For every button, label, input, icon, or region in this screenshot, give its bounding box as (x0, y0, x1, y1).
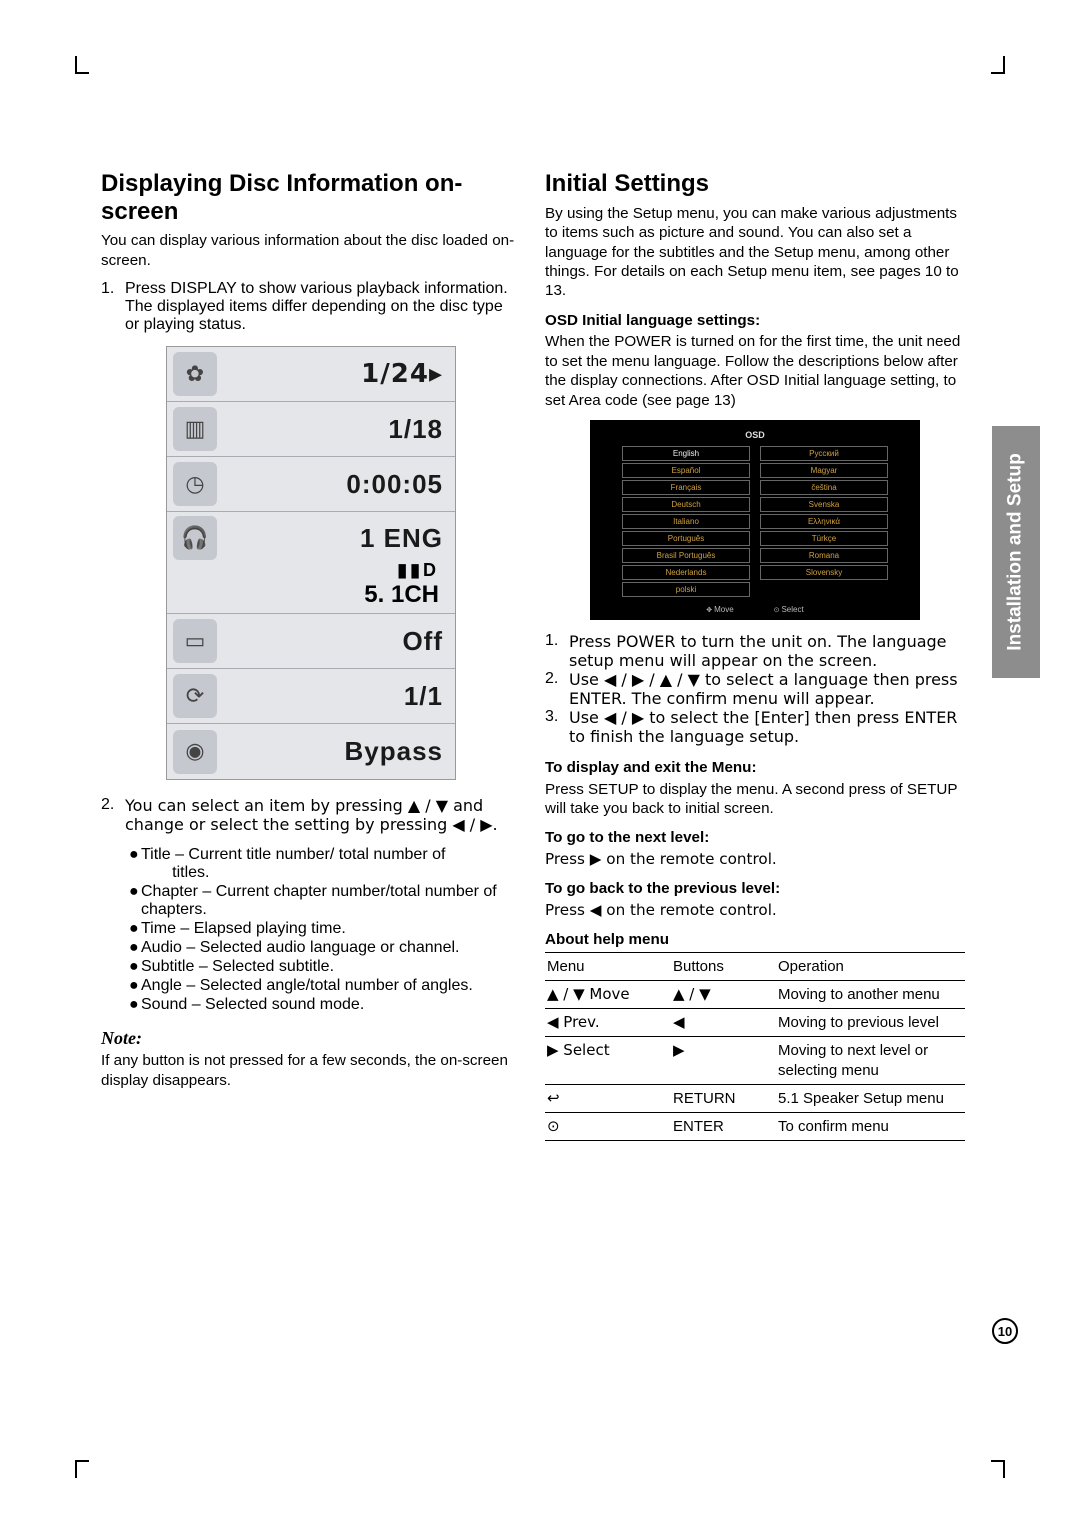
left-step-2: 2. You can select an item by pressing ▲ … (101, 796, 521, 834)
chapter-icon: ▥ (173, 407, 217, 451)
osd-row-chapter: ▥ 1/18 (167, 402, 455, 457)
subtitle-icon: ▭ (173, 619, 217, 663)
help-menu-table: Menu Buttons Operation ▲ / ▼ Move▲ / ▼Mo… (545, 952, 965, 1141)
section-tab-label: Installation and Setup (1005, 453, 1027, 650)
osd-row-subtitle: ▭ Off (167, 614, 455, 669)
crop-mark-tl (75, 56, 89, 74)
left-column: Displaying Disc Information on-screen Yo… (101, 170, 521, 1141)
step1-text-b: The displayed items differ depending on … (125, 298, 503, 333)
language-col-left: English Español Français Deutsch Italian… (622, 446, 750, 599)
osd-row-audio: 🎧 1 ENG ▮▮D 5. 1CH (167, 512, 455, 614)
language-menu-screenshot: OSD English Español Français Deutsch Ita… (590, 420, 920, 620)
table-header-row: Menu Buttons Operation (545, 952, 965, 980)
sub4-text: Press ◀ on the remote control. (545, 901, 965, 920)
page-body: Displaying Disc Information on-screen Yo… (101, 170, 966, 1141)
table-row: ◀ Prev.◀Moving to previous level (545, 1009, 965, 1037)
crop-mark-br (991, 1460, 1005, 1478)
sub2-text: Press SETUP to display the menu. A secon… (545, 780, 965, 819)
left-step-1: 1. Press DISPLAY to show various playbac… (101, 280, 521, 334)
title-icon: ✿ (173, 352, 217, 396)
right-intro: By using the Setup menu, you can make va… (545, 204, 965, 301)
right-heading: Initial Settings (545, 170, 965, 198)
angle-icon: ⟳ (173, 674, 217, 718)
table-row: ⊙ENTERTo confirm menu (545, 1112, 965, 1140)
sound-icon: ◉ (173, 730, 217, 774)
osd-row-title: ✿ 1/24▸ (167, 347, 455, 402)
osd-row-angle: ⟳ 1/1 (167, 669, 455, 724)
headphone-icon: 🎧 (173, 516, 217, 560)
sub4-heading: To go back to the previous level: (545, 879, 965, 898)
sub1-heading: OSD Initial language settings: (545, 311, 965, 330)
left-heading: Displaying Disc Information on-screen (101, 170, 521, 225)
osd-screenshot: ✿ 1/24▸ ▥ 1/18 ◷ 0:00:05 🎧 1 ENG ▮▮D 5. … (166, 346, 456, 780)
sub1-text: When the POWER is turned on for the firs… (545, 332, 965, 410)
table-row: ▲ / ▼ Move▲ / ▼Moving to another menu (545, 980, 965, 1008)
step2-text: You can select an item by pressing ▲ / ▼… (125, 796, 521, 834)
table-row: ↩RETURN5.1 Speaker Setup menu (545, 1084, 965, 1112)
clock-icon: ◷ (173, 462, 217, 506)
table-row: ▶ Select▶Moving to next level or selecti… (545, 1037, 965, 1084)
sub3-heading: To go to the next level: (545, 828, 965, 847)
osd-row-sound: ◉ Bypass (167, 724, 455, 779)
right-column: Initial Settings By using the Setup menu… (545, 170, 965, 1141)
page-number: 10 (992, 1318, 1018, 1344)
crop-mark-bl (75, 1460, 89, 1478)
note-heading: Note: (101, 1028, 521, 1049)
crop-mark-tr (991, 56, 1005, 74)
sub2-heading: To display and exit the Menu: (545, 758, 965, 777)
left-bullets: ●Title – Current title number/ total num… (101, 846, 521, 1014)
step1-text-a: Press DISPLAY to show various playback i… (125, 280, 508, 297)
left-intro: You can display various information abou… (101, 231, 521, 270)
sub5-heading: About help menu (545, 930, 965, 949)
sub3-text: Press ▶ on the remote control. (545, 850, 965, 869)
right-steps: 1.Press POWER to turn the unit on. The l… (545, 632, 965, 746)
osd-row-time: ◷ 0:00:05 (167, 457, 455, 512)
note-text: If any button is not pressed for a few s… (101, 1051, 521, 1090)
section-tab: Installation and Setup (992, 426, 1040, 678)
language-col-right: Русский Magyar čeština Svenska Ελληνικά … (760, 446, 888, 599)
